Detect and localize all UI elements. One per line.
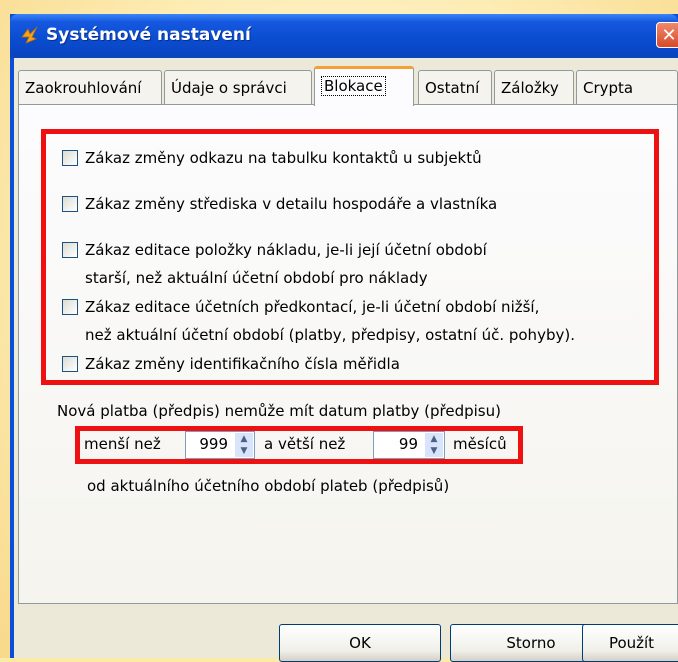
settings-dialog: Systémové nastavení ✕ Zaokrouhlování Úda…	[10, 14, 678, 662]
tab-zaokrouhlovani[interactable]: Zaokrouhlování	[18, 70, 162, 104]
dialog-body: Zaokrouhlování Údaje o správci Blokace O…	[14, 58, 678, 662]
unit-label: měsíců	[453, 435, 507, 453]
checkbox-label: Zákaz editace položky nákladu, je-li jej…	[85, 241, 487, 259]
tab-label: Zaokrouhlování	[25, 79, 142, 97]
checkbox-label: Zákaz změny střediska v detailu hospodář…	[85, 195, 498, 213]
checkbox[interactable]	[62, 242, 78, 258]
payment-intro-text: Nová platba (předpis) nemůže mít datum p…	[57, 402, 501, 420]
tab-ostatni[interactable]: Ostatní	[418, 70, 492, 104]
checkbox-label-continued: starší, než aktuální účetní období pro n…	[85, 269, 428, 287]
tab-label: Záložky	[501, 79, 559, 97]
checkbox-label: Zákaz změny odkazu na tabulku kontaktů u…	[85, 149, 482, 167]
tab-label: Blokace	[321, 76, 386, 96]
spinner-arrows-icon[interactable]: ▲ ▼	[425, 433, 443, 457]
checkbox-label: Zákaz změny identifikačního čísla měřidl…	[85, 355, 400, 373]
app-icon	[21, 26, 38, 44]
checkbox[interactable]	[62, 299, 78, 315]
checkbox[interactable]	[62, 196, 78, 212]
greater-than-spinner[interactable]: 99 ▲ ▼	[373, 431, 445, 459]
ok-button[interactable]: OK	[279, 624, 441, 662]
tab-zalozky[interactable]: Záložky	[494, 70, 574, 104]
spinner-arrows-icon[interactable]: ▲ ▼	[235, 433, 253, 457]
greater-than-label: a větší než	[264, 435, 346, 453]
window-title: Systémové nastavení	[46, 25, 251, 45]
tab-panel-blokace: Zákaz změny odkazu na tabulku kontaktů u…	[18, 104, 678, 604]
tab-udaje-o-spravci[interactable]: Údaje o správci	[164, 70, 312, 104]
checkbox[interactable]	[62, 150, 78, 166]
less-than-spinner[interactable]: 999 ▲ ▼	[185, 431, 255, 459]
close-button[interactable]: ✕	[656, 22, 678, 48]
less-than-label: menší než	[84, 435, 161, 453]
less-than-value: 999	[199, 435, 228, 453]
greater-than-value: 99	[398, 435, 418, 453]
tab-crypta[interactable]: Crypta	[576, 70, 678, 104]
title-bar[interactable]: Systémové nastavení ✕	[10, 14, 678, 58]
tab-label: Údaje o správci	[171, 79, 287, 97]
checkbox-label: Zákaz editace účetních předkontací, je-l…	[85, 298, 540, 316]
tab-label: Ostatní	[425, 79, 480, 97]
checkbox[interactable]	[62, 356, 78, 372]
checkbox-label-continued: než aktuální účetní období (platby, před…	[85, 326, 575, 344]
payment-footer-text: od aktuálního účetního období plateb (př…	[87, 477, 450, 495]
tab-blokace[interactable]: Blokace	[314, 66, 414, 106]
tab-label: Crypta	[583, 79, 634, 97]
apply-button[interactable]: Použít	[582, 624, 678, 662]
